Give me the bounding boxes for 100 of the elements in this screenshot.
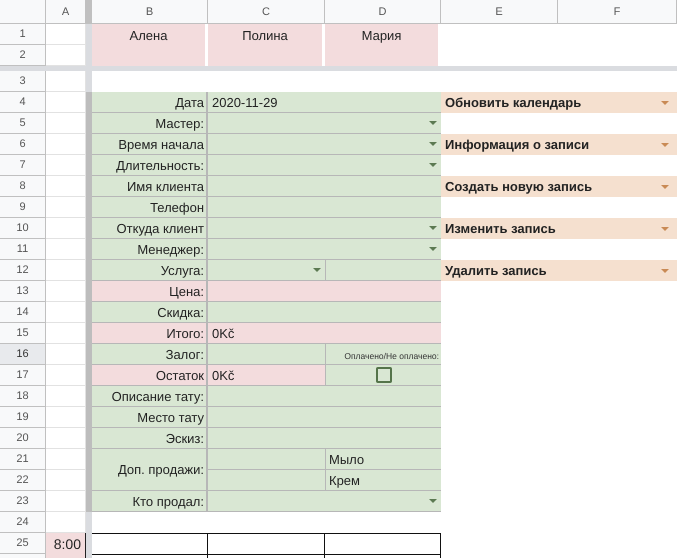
action-dropdown[interactable]: Обновить календарь bbox=[441, 92, 677, 113]
table-cell[interactable] bbox=[46, 155, 86, 176]
row-header[interactable]: 6 bbox=[0, 134, 46, 155]
dropdown-arrow-icon[interactable] bbox=[429, 121, 437, 125]
table-cell[interactable] bbox=[46, 344, 86, 365]
column-header[interactable]: C bbox=[208, 0, 325, 24]
input-field[interactable]: 0Kč bbox=[208, 365, 325, 386]
input-field[interactable] bbox=[208, 449, 325, 470]
row-header[interactable]: 8 bbox=[0, 176, 46, 197]
input-field[interactable] bbox=[208, 197, 441, 218]
input-field[interactable] bbox=[208, 470, 325, 491]
input-field[interactable] bbox=[208, 344, 325, 365]
row-header[interactable]: 24 bbox=[0, 512, 46, 533]
select-all-corner[interactable] bbox=[0, 0, 46, 24]
row-header[interactable]: 25 bbox=[0, 533, 46, 554]
column-header[interactable]: D bbox=[325, 0, 441, 24]
table-cell[interactable] bbox=[46, 281, 86, 302]
dropdown-arrow-icon[interactable] bbox=[429, 226, 437, 230]
input-field[interactable] bbox=[208, 407, 441, 428]
row-header[interactable]: 3 bbox=[0, 71, 46, 92]
input-field[interactable] bbox=[208, 113, 441, 134]
table-cell[interactable] bbox=[46, 197, 86, 218]
action-dropdown[interactable]: Изменить запись bbox=[441, 218, 677, 239]
column-header[interactable]: F bbox=[558, 0, 677, 24]
row-header[interactable]: 23 bbox=[0, 491, 46, 512]
input-field[interactable] bbox=[325, 260, 441, 281]
action-dropdown[interactable]: Информация о записи bbox=[441, 134, 677, 155]
input-field[interactable] bbox=[208, 428, 441, 449]
freeze-handle[interactable] bbox=[86, 0, 92, 24]
row-header[interactable]: 10 bbox=[0, 218, 46, 239]
dropdown-arrow-icon[interactable] bbox=[429, 499, 437, 503]
action-dropdown[interactable]: Удалить запись bbox=[441, 260, 677, 281]
dropdown-arrow-icon[interactable] bbox=[429, 163, 437, 167]
table-cell[interactable] bbox=[46, 470, 86, 491]
row-header[interactable]: 4 bbox=[0, 92, 46, 113]
row-header[interactable]: 17 bbox=[0, 365, 46, 386]
table-cell[interactable] bbox=[46, 302, 86, 323]
row-header[interactable]: 16 bbox=[0, 344, 46, 365]
table-cell[interactable] bbox=[46, 176, 86, 197]
row-header[interactable]: 1 bbox=[0, 24, 46, 45]
row-header[interactable]: 9 bbox=[0, 197, 46, 218]
input-field[interactable] bbox=[208, 386, 441, 407]
row-header[interactable]: 19 bbox=[0, 407, 46, 428]
row-header[interactable]: 21 bbox=[0, 449, 46, 470]
input-field[interactable] bbox=[208, 260, 325, 281]
table-cell[interactable] bbox=[46, 113, 86, 134]
table-cell[interactable] bbox=[46, 449, 86, 470]
input-field[interactable]: 0Kč bbox=[208, 323, 441, 344]
table-cell[interactable] bbox=[46, 260, 86, 281]
dropdown-arrow-icon[interactable] bbox=[429, 142, 437, 146]
schedule-cell[interactable] bbox=[208, 533, 325, 554]
row-header[interactable]: 20 bbox=[0, 428, 46, 449]
column-header[interactable]: A bbox=[46, 0, 86, 24]
input-field[interactable] bbox=[208, 302, 441, 323]
dropdown-arrow-icon[interactable] bbox=[661, 142, 669, 146]
row-header[interactable]: 7 bbox=[0, 155, 46, 176]
dropdown-arrow-icon[interactable] bbox=[661, 268, 669, 272]
column-header[interactable]: E bbox=[441, 0, 558, 24]
action-dropdown[interactable]: Создать новую запись bbox=[441, 176, 677, 197]
row-header[interactable]: 2 bbox=[0, 45, 46, 66]
input-field[interactable]: 2020-11-29 bbox=[208, 92, 441, 113]
row-header[interactable]: 12 bbox=[0, 260, 46, 281]
input-field[interactable] bbox=[208, 281, 441, 302]
input-field[interactable] bbox=[208, 176, 441, 197]
table-cell[interactable] bbox=[46, 365, 86, 386]
table-cell[interactable] bbox=[46, 239, 86, 260]
checkbox[interactable] bbox=[376, 367, 392, 383]
table-cell[interactable] bbox=[46, 45, 86, 66]
table-cell[interactable] bbox=[46, 407, 86, 428]
table-cell[interactable] bbox=[46, 491, 86, 512]
table-cell[interactable] bbox=[46, 24, 86, 45]
row-header[interactable]: 5 bbox=[0, 113, 46, 134]
table-cell[interactable] bbox=[46, 92, 86, 113]
row-header[interactable]: 22 bbox=[0, 470, 46, 491]
dropdown-arrow-icon[interactable] bbox=[313, 268, 321, 272]
input-field[interactable] bbox=[208, 134, 441, 155]
row-header[interactable]: 18 bbox=[0, 386, 46, 407]
table-cell[interactable] bbox=[46, 386, 86, 407]
table-cell[interactable] bbox=[46, 428, 86, 449]
table-cell[interactable] bbox=[46, 218, 86, 239]
input-field[interactable] bbox=[208, 239, 441, 260]
column-header[interactable]: B bbox=[92, 0, 208, 24]
schedule-cell[interactable] bbox=[325, 533, 441, 554]
row-header[interactable]: 15 bbox=[0, 323, 46, 344]
input-field[interactable] bbox=[208, 491, 441, 512]
input-field[interactable]: Оплачено/Не оплачено: bbox=[325, 344, 441, 365]
row-header[interactable]: 11 bbox=[0, 239, 46, 260]
schedule-cell[interactable] bbox=[92, 533, 208, 554]
row-header[interactable]: 14 bbox=[0, 302, 46, 323]
table-cell[interactable] bbox=[46, 134, 86, 155]
input-field[interactable] bbox=[325, 365, 441, 386]
dropdown-arrow-icon[interactable] bbox=[661, 184, 669, 188]
dropdown-arrow-icon[interactable] bbox=[661, 100, 669, 104]
table-cell[interactable] bbox=[46, 71, 86, 92]
table-cell[interactable] bbox=[46, 323, 86, 344]
input-field[interactable] bbox=[208, 218, 441, 239]
dropdown-arrow-icon[interactable] bbox=[429, 247, 437, 251]
row-header[interactable]: 13 bbox=[0, 281, 46, 302]
dropdown-arrow-icon[interactable] bbox=[661, 226, 669, 230]
input-field[interactable] bbox=[208, 155, 441, 176]
